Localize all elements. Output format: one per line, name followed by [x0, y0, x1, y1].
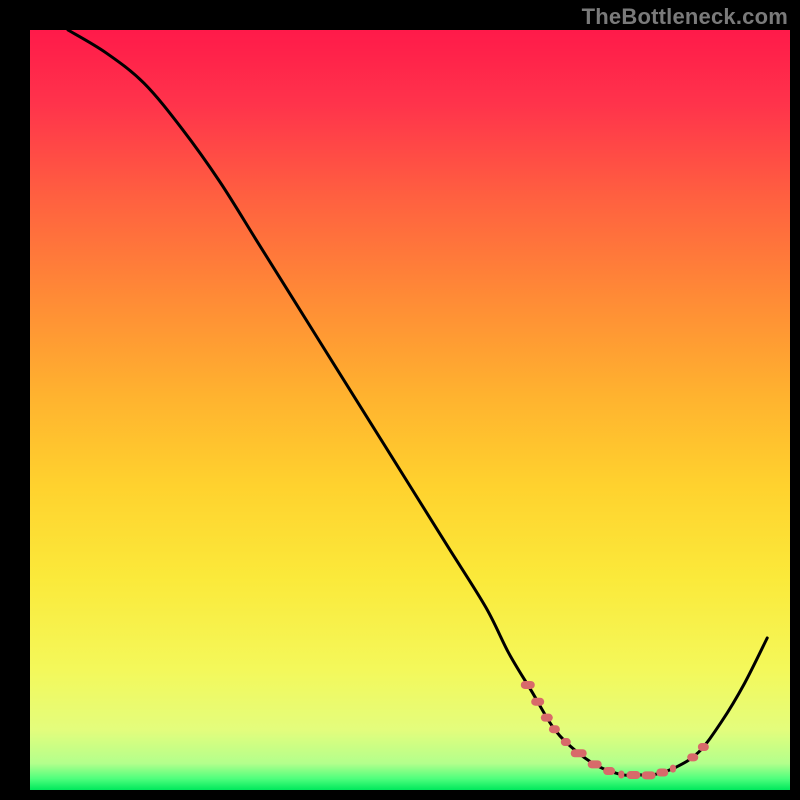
figure-root: TheBottleneck.com	[0, 0, 800, 800]
watermark-text: TheBottleneck.com	[582, 4, 788, 30]
plot-gradient-area	[30, 30, 790, 790]
chart-svg	[0, 0, 800, 800]
